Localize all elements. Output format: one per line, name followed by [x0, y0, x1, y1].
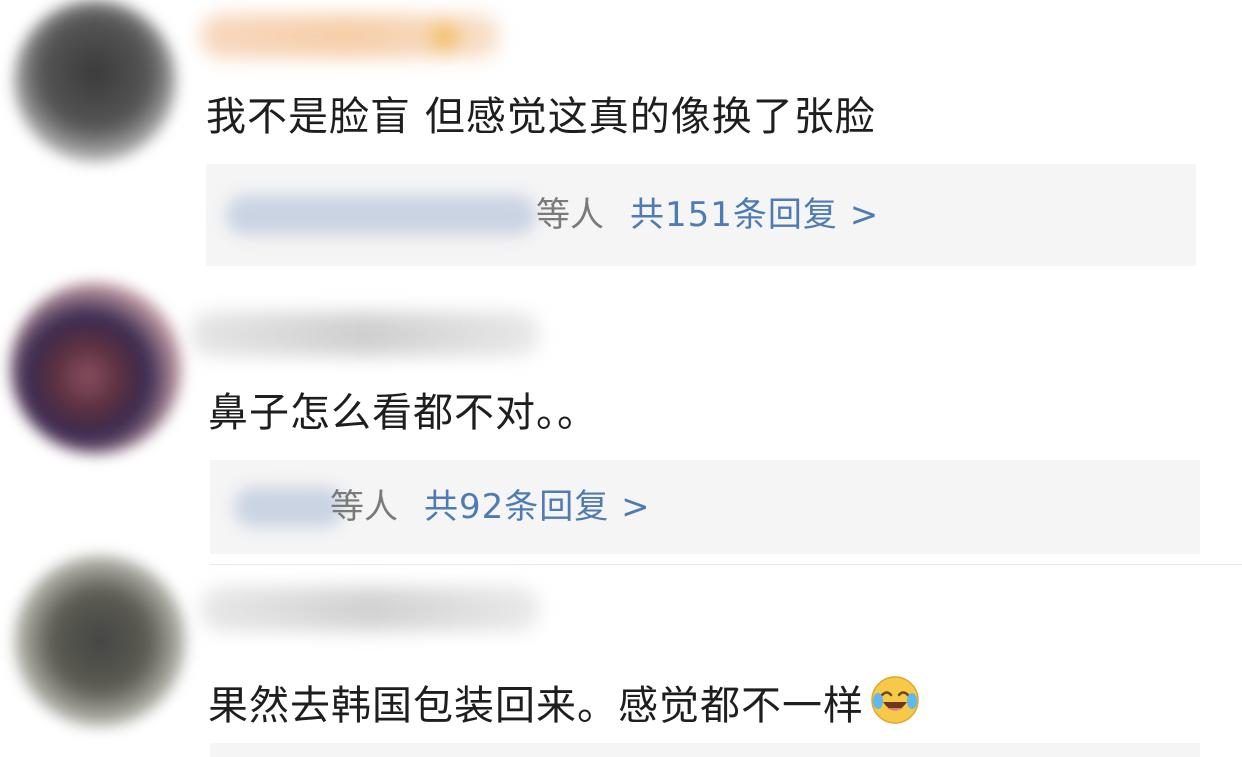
reply-usernames-blurred [226, 195, 536, 235]
comment-text: 鼻子怎么看都不对。。 [208, 390, 598, 436]
laughing-crying-emoji-icon [870, 675, 920, 725]
reply-suffix: 等人 [330, 487, 398, 527]
reply-line: 等人 共151条回复 > [536, 198, 879, 232]
comment-text: 我不是脸盲 但感觉这真的像换了张脸 [206, 94, 876, 140]
comment-item: 果然去韩国包装回来。感觉都不一样 [0, 555, 1242, 757]
comment-text-content: 果然去韩国包装回来。感觉都不一样 [208, 683, 864, 729]
reply-count-link[interactable]: 共92条回复 > [424, 487, 651, 527]
avatar[interactable] [14, 555, 186, 727]
avatar[interactable] [14, 0, 176, 162]
username-blurred[interactable] [200, 587, 540, 631]
comment-item: 鼻子怎么看都不对。。 等人 共92条回复 > [0, 280, 1242, 565]
reply-line: 等人 共92条回复 > [330, 490, 651, 524]
comment-text: 果然去韩国包装回来。感觉都不一样 [208, 675, 920, 726]
reply-summary[interactable]: 等人 共151条回复 > [206, 164, 1196, 266]
avatar[interactable] [10, 282, 182, 454]
reply-suffix: 等人 [536, 195, 604, 235]
reply-count-link[interactable]: 共151条回复 > [630, 195, 879, 235]
username-blurred[interactable] [200, 14, 500, 58]
comment-item: 我不是脸盲 但感觉这真的像换了张脸 等人 共151条回复 > [0, 0, 1242, 280]
reply-summary[interactable]: 等人 共92条回复 > [210, 460, 1200, 554]
reply-usernames-blurred [234, 487, 344, 527]
badge-icon [430, 24, 460, 50]
username-blurred[interactable] [190, 312, 540, 356]
reply-summary[interactable] [210, 743, 1200, 757]
